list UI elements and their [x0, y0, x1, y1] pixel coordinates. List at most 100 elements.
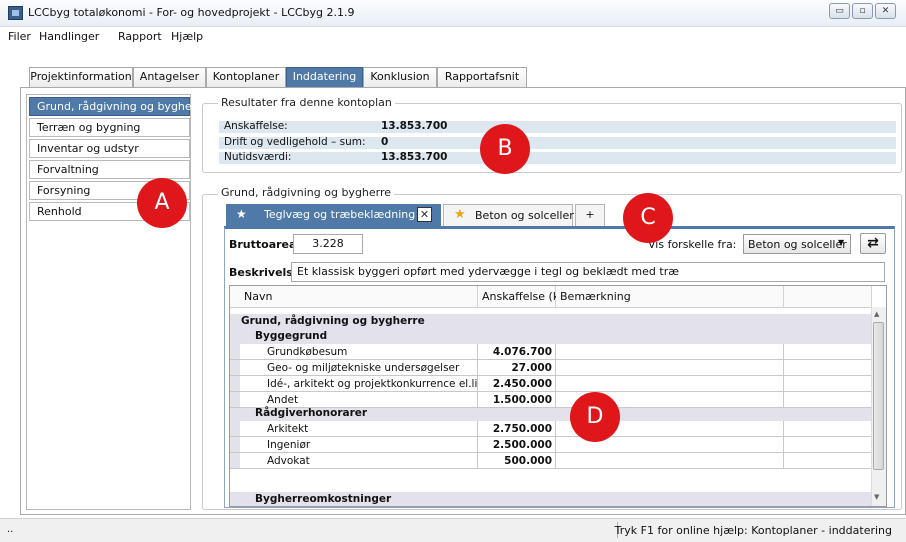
swap-icon[interactable]: ⇄ — [860, 233, 886, 254]
status-bar: .. Tryk F1 for online hjælp: Kontoplaner… — [0, 518, 906, 542]
row-value[interactable]: 500.000 — [478, 453, 556, 469]
table-row[interactable]: Advokat 500.000 — [230, 453, 872, 469]
maximize-button[interactable]: ▫ — [852, 3, 873, 19]
section-caption: Grund, rådgivning og bygherre — [218, 186, 395, 199]
row-extra — [784, 376, 872, 392]
close-button[interactable]: ✕ — [875, 3, 896, 19]
result-value: 0 — [381, 136, 389, 148]
row-name: Arkitekt — [240, 421, 478, 437]
column-header-anskaffelse[interactable]: Anskaffelse (kr) — [478, 286, 568, 308]
row-value[interactable]: 2.500.000 — [478, 437, 556, 453]
row-extra — [784, 344, 872, 360]
row-name: Advokat — [240, 453, 478, 469]
menu-filer[interactable]: Filer — [8, 30, 31, 43]
minimize-button[interactable]: ▭ — [829, 3, 850, 19]
table-row[interactable]: Idé-, arkitekt og projektkonkurrence el.… — [230, 376, 872, 392]
menu-handlinger[interactable]: Handlinger — [39, 30, 99, 43]
row-extra — [784, 437, 872, 453]
row-extra — [784, 392, 872, 408]
table-row-subgroup[interactable]: Rådgiverhonorarer — [230, 407, 872, 421]
tab-antagelser[interactable]: Antagelser — [133, 67, 206, 87]
scroll-up-icon[interactable]: ▲ — [874, 310, 879, 318]
row-name: Grund, rådgivning og bygherre — [241, 315, 425, 327]
row-name: Ingeniør — [240, 437, 478, 453]
sidebar: Grund, rådgivning og bygherre Terræn og … — [26, 94, 207, 510]
tab-projektinformation[interactable]: Projektinformation — [29, 67, 133, 87]
row-indent — [230, 421, 240, 437]
compare-dropdown[interactable]: Beton og solceller ▼ — [743, 234, 851, 254]
table-row-subgroup[interactable]: Byggegrund — [230, 330, 872, 344]
row-name: Idé-, arkitekt og projektkonkurrence el.… — [240, 376, 478, 392]
row-extra — [784, 360, 872, 376]
column-header-bemaerkning[interactable]: Bemærkning — [556, 286, 784, 308]
star-icon: ★ — [236, 207, 247, 221]
menu-bar: Filer Handlinger Rapport Hjælp — [0, 27, 906, 47]
variant-tab-teglvaeg[interactable]: ★ Teglvæg og træbeklædning ✕ — [226, 204, 441, 226]
table-scrollbar-thumb[interactable] — [873, 322, 884, 470]
row-value[interactable]: 2.450.000 — [478, 376, 556, 392]
beskrivelse-input[interactable]: Et klassisk byggeri opført med ydervægge… — [291, 262, 885, 282]
row-remark[interactable] — [556, 453, 784, 469]
close-icon[interactable]: ✕ — [417, 207, 432, 222]
add-variant-tab[interactable]: + — [575, 204, 605, 226]
callout-b: B — [480, 124, 530, 174]
tab-inddatering[interactable]: Inddatering — [286, 67, 363, 87]
callout-d: D — [570, 392, 620, 442]
result-row-anskaffelse: Anskaffelse: 13.853.700 — [219, 120, 896, 133]
table-row[interactable]: Geo- og miljøtekniske undersøgelser 27.0… — [230, 360, 872, 376]
callout-a: A — [137, 178, 187, 228]
bruttoareal-input[interactable]: 3.228 — [293, 234, 363, 254]
status-left: .. — [7, 524, 14, 535]
row-indent — [230, 392, 240, 408]
row-remark[interactable] — [556, 344, 784, 360]
table-row-subgroup[interactable]: Bygherreomkostninger — [230, 492, 872, 506]
row-extra — [784, 421, 872, 437]
row-value[interactable]: 4.076.700 — [478, 344, 556, 360]
column-header-extra — [784, 286, 872, 308]
menu-hjaelp[interactable]: Hjælp — [171, 30, 203, 43]
row-name: Bygherreomkostninger — [255, 493, 392, 505]
scroll-down-icon[interactable]: ▼ — [874, 493, 879, 501]
result-label: Anskaffelse: — [224, 120, 288, 132]
sidebar-item-grund[interactable]: Grund, rådgivning og bygherre — [29, 97, 207, 116]
tab-kontoplaner[interactable]: Kontoplaner — [206, 67, 286, 87]
tab-konklusion[interactable]: Konklusion — [363, 67, 437, 87]
compare-label: Vis forskelle fra: — [648, 238, 737, 251]
row-value[interactable]: 1.500.000 — [478, 392, 556, 408]
row-extra — [784, 453, 872, 469]
result-value: 13.853.700 — [381, 151, 448, 163]
row-indent — [230, 344, 240, 360]
result-value: 13.853.700 — [381, 120, 448, 132]
row-value[interactable]: 2.750.000 — [478, 421, 556, 437]
column-header-navn[interactable]: Navn — [230, 286, 478, 308]
row-remark[interactable] — [556, 360, 784, 376]
variant-tab-label: Beton og solceller — [475, 209, 574, 222]
bruttoareal-label: Bruttoareal — [229, 238, 301, 251]
sidebar-item-forvaltning[interactable]: Forvaltning — [29, 160, 190, 179]
row-name: Grundkøbesum — [240, 344, 478, 360]
tab-rapportafsnit[interactable]: Rapportafsnit — [437, 67, 527, 87]
menu-rapport[interactable]: Rapport — [118, 30, 162, 43]
sidebar-item-terraen[interactable]: Terræn og bygning — [29, 118, 190, 137]
app-icon — [8, 6, 23, 20]
callout-c: C — [623, 193, 673, 243]
row-remark[interactable] — [556, 376, 784, 392]
sidebar-item-inventar[interactable]: Inventar og udstyr — [29, 139, 190, 158]
variant-tab-label: Teglvæg og træbeklædning — [264, 208, 416, 221]
table-row[interactable]: Arkitekt 2.750.000 — [230, 421, 872, 437]
window-title: LCCbyg totaløkonomi - For- og hovedproje… — [28, 6, 355, 19]
row-indent — [230, 360, 240, 376]
table-row[interactable]: Andet 1.500.000 — [230, 392, 872, 408]
status-help-text: Tryk F1 for online hjælp: Kontoplaner - … — [614, 524, 892, 537]
row-name: Byggegrund — [255, 330, 328, 342]
table-row-group[interactable]: Grund, rådgivning og bygherre — [230, 314, 872, 331]
table-row[interactable]: Grundkøbesum 4.076.700 — [230, 344, 872, 360]
table-row[interactable]: Ingeniør 2.500.000 — [230, 437, 872, 453]
beskrivelse-label: Beskrivelse — [229, 266, 301, 279]
row-indent — [230, 453, 240, 469]
chevron-down-icon: ▼ — [838, 238, 845, 247]
result-row-nutidsvaerdi: Nutidsværdi: 13.853.700 — [219, 151, 896, 164]
variant-tab-beton[interactable]: ★ Beton og solceller — [443, 204, 574, 226]
row-value[interactable]: 27.000 — [478, 360, 556, 376]
row-indent — [230, 376, 240, 392]
